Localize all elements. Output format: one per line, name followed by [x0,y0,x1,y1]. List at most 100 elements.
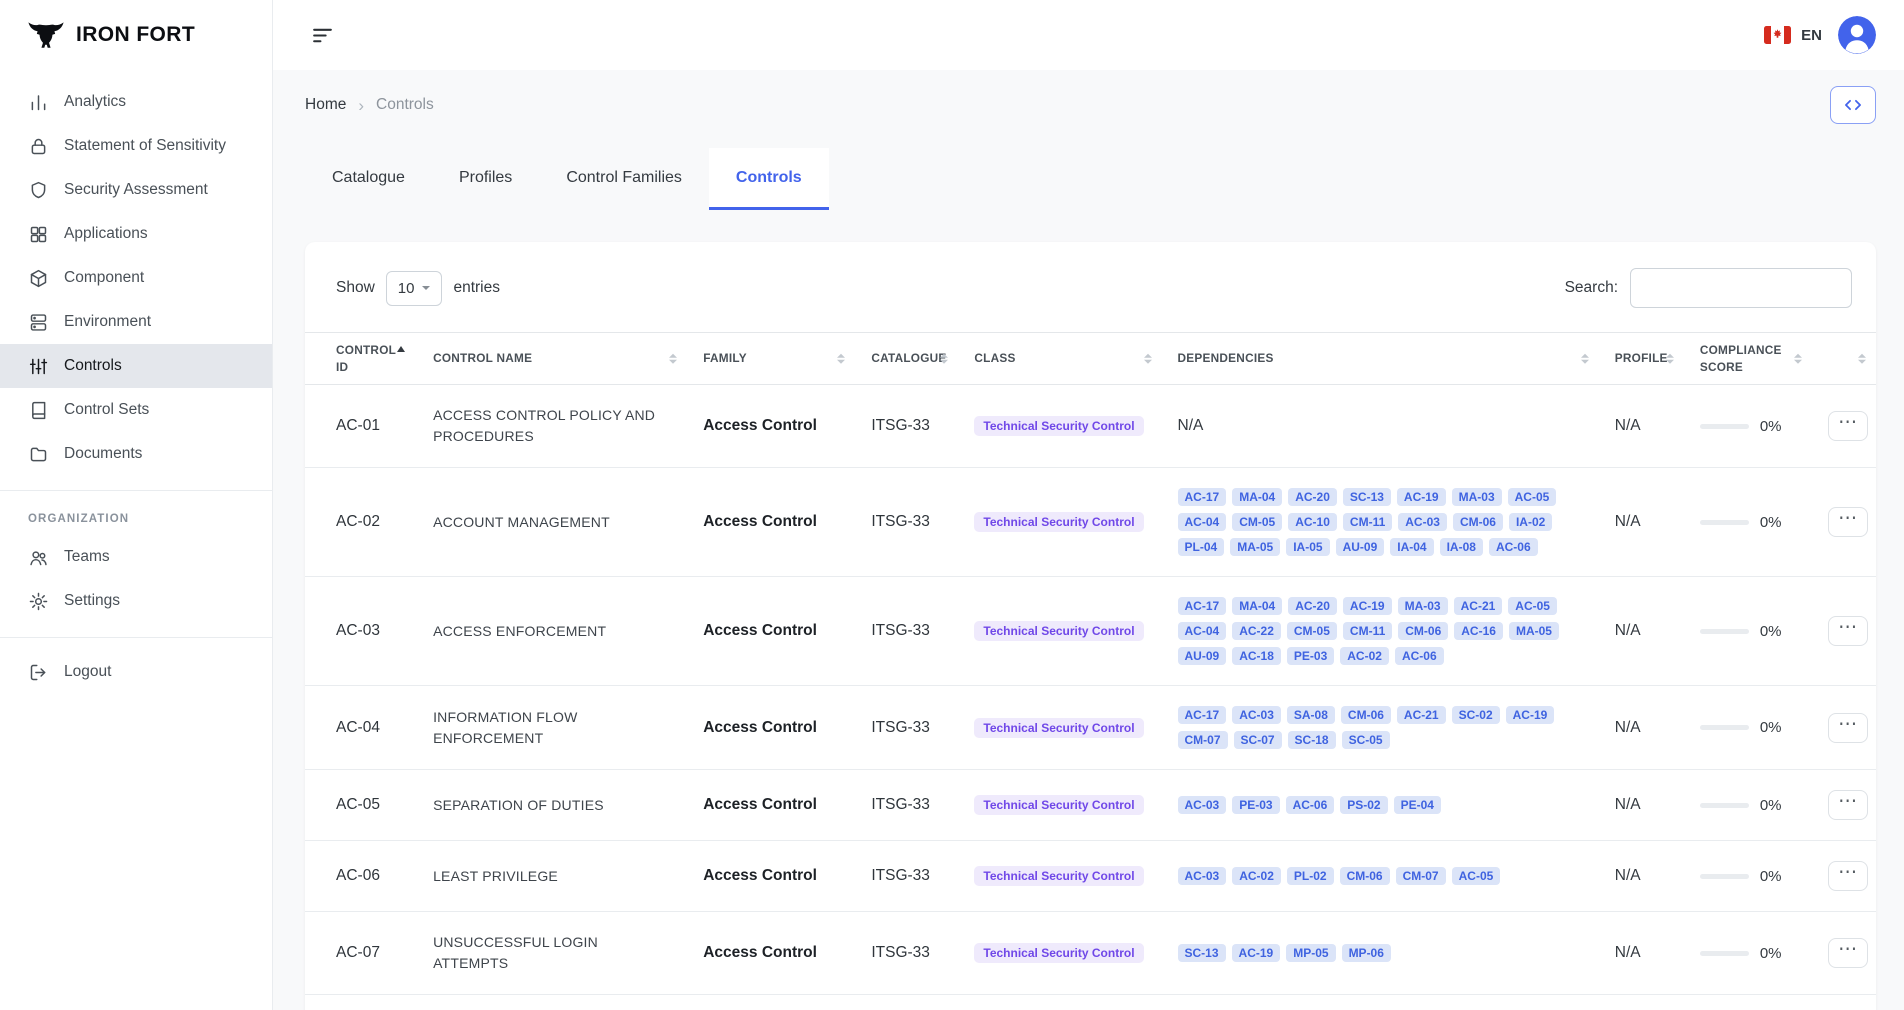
dependency-badge[interactable]: SC-13 [1178,944,1226,962]
column-header-actions[interactable] [1812,333,1876,385]
dependency-badge[interactable]: SC-05 [1342,731,1390,749]
dependency-badge[interactable]: CM-06 [1341,706,1391,724]
dependency-badge[interactable]: MP-05 [1286,944,1335,962]
row-actions-button[interactable]: ⋯ [1828,713,1868,743]
sidebar-item-security-assessment[interactable]: Security Assessment [0,168,272,212]
dependency-badge[interactable]: AC-19 [1397,488,1446,506]
dependency-badge[interactable]: CM-06 [1398,622,1448,640]
dependency-badge[interactable]: AC-19 [1343,597,1392,615]
tab-profiles[interactable]: Profiles [432,148,539,210]
dependency-badge[interactable]: AC-03 [1178,867,1227,885]
dependency-badge[interactable]: SC-18 [1288,731,1336,749]
dependency-badge[interactable]: AC-05 [1452,867,1501,885]
dependency-badge[interactable]: CM-07 [1178,731,1228,749]
dependency-badge[interactable]: CM-05 [1287,622,1337,640]
dependency-badge[interactable]: AC-21 [1397,706,1446,724]
column-header-dependencies[interactable]: DEPENDENCIES [1162,333,1599,385]
dependency-badge[interactable]: AC-06 [1395,647,1444,665]
dependency-badge[interactable]: AC-19 [1506,706,1555,724]
dependency-badge[interactable]: AC-10 [1288,513,1337,531]
dependency-badge[interactable]: AC-16 [1454,622,1503,640]
language-selector[interactable]: EN [1764,26,1822,44]
dependency-badge[interactable]: CM-06 [1340,867,1390,885]
dependency-badge[interactable]: MA-05 [1509,622,1559,640]
dependency-badge[interactable]: MA-05 [1230,538,1280,556]
dependency-badge[interactable]: IA-02 [1509,513,1552,531]
sidebar-item-documents[interactable]: Documents [0,432,272,476]
dependency-badge[interactable]: AC-03 [1398,513,1447,531]
sidebar-item-settings[interactable]: Settings [0,579,272,623]
sidebar-item-control-sets[interactable]: Control Sets [0,388,272,432]
dependency-badge[interactable]: AC-18 [1232,647,1281,665]
row-actions-button[interactable]: ⋯ [1828,411,1868,441]
sidebar-item-applications[interactable]: Applications [0,212,272,256]
sidebar-item-analytics[interactable]: Analytics [0,80,272,124]
dependency-badge[interactable]: CM-06 [1453,513,1503,531]
dependency-badge[interactable]: MP-06 [1342,944,1391,962]
dependency-badge[interactable]: IA-04 [1390,538,1433,556]
dependency-badge[interactable]: PE-04 [1394,796,1441,814]
dependency-badge[interactable]: SC-02 [1452,706,1500,724]
column-header-control-id[interactable]: CONTROL ID [305,333,417,385]
dependency-badge[interactable]: MA-04 [1232,488,1282,506]
dependency-badge[interactable]: CM-07 [1396,867,1446,885]
breadcrumb-home[interactable]: Home [305,96,346,114]
sidebar-item-component[interactable]: Component [0,256,272,300]
menu-toggle-button[interactable] [306,19,339,52]
search-input[interactable] [1630,268,1852,308]
column-header-class[interactable]: CLASS [958,333,1161,385]
dependency-badge[interactable]: IA-08 [1440,538,1483,556]
dependency-badge[interactable]: AC-17 [1178,706,1227,724]
dependency-badge[interactable]: AC-03 [1232,706,1281,724]
dependency-badge[interactable]: PL-04 [1178,538,1225,556]
dependency-badge[interactable]: AC-05 [1508,597,1557,615]
dependency-badge[interactable]: CM-11 [1343,513,1392,531]
dependency-badge[interactable]: AC-02 [1340,647,1389,665]
row-actions-button[interactable]: ⋯ [1828,861,1868,891]
dependency-badge[interactable]: AC-06 [1489,538,1538,556]
tab-catalogue[interactable]: Catalogue [305,148,432,210]
tab-controls[interactable]: Controls [709,148,829,210]
dependency-badge[interactable]: AC-17 [1178,597,1227,615]
dependency-badge[interactable]: PE-03 [1287,647,1334,665]
column-header-catalogue[interactable]: CATALOGUE [855,333,958,385]
sidebar-item-environment[interactable]: Environment [0,300,272,344]
dependency-badge[interactable]: AC-03 [1178,796,1227,814]
row-actions-button[interactable]: ⋯ [1828,616,1868,646]
column-header-profile[interactable]: PROFILE [1599,333,1684,385]
sidebar-item-statement-of-sensitivity[interactable]: Statement of Sensitivity [0,124,272,168]
dependency-badge[interactable]: IA-05 [1286,538,1329,556]
dependency-badge[interactable]: AC-22 [1232,622,1281,640]
dependency-badge[interactable]: CM-11 [1343,622,1392,640]
dependency-badge[interactable]: AC-19 [1232,944,1281,962]
dependency-badge[interactable]: AU-09 [1178,647,1227,665]
tab-control-families[interactable]: Control Families [539,148,709,210]
dependency-badge[interactable]: PS-02 [1340,796,1387,814]
dependency-badge[interactable]: AC-06 [1286,796,1335,814]
column-header-control-name[interactable]: CONTROL NAME [417,333,687,385]
dependency-badge[interactable]: SC-07 [1234,731,1282,749]
dependency-badge[interactable]: AC-04 [1178,622,1227,640]
sidebar-item-controls[interactable]: Controls [0,344,272,388]
code-view-button[interactable] [1830,86,1876,124]
row-actions-button[interactable]: ⋯ [1828,790,1868,820]
dependency-badge[interactable]: AC-21 [1454,597,1503,615]
column-header-family[interactable]: FAMILY [687,333,855,385]
dependency-badge[interactable]: AC-20 [1288,488,1337,506]
row-actions-button[interactable]: ⋯ [1828,938,1868,968]
dependency-badge[interactable]: SA-08 [1287,706,1335,724]
brand-logo[interactable]: IRON FORT [0,0,272,70]
dependency-badge[interactable]: SC-13 [1343,488,1391,506]
dependency-badge[interactable]: AC-05 [1508,488,1557,506]
dependency-badge[interactable]: AC-04 [1178,513,1227,531]
dependency-badge[interactable]: MA-03 [1398,597,1448,615]
page-size-select[interactable]: 10 [386,271,443,306]
dependency-badge[interactable]: AU-09 [1336,538,1385,556]
dependency-badge[interactable]: AC-20 [1288,597,1337,615]
sidebar-item-logout[interactable]: Logout [0,650,272,694]
dependency-badge[interactable]: PL-02 [1287,867,1334,885]
dependency-badge[interactable]: MA-03 [1452,488,1502,506]
dependency-badge[interactable]: CM-05 [1232,513,1282,531]
row-actions-button[interactable]: ⋯ [1828,507,1868,537]
column-header-compliance-score[interactable]: COMPLIANCE SCORE [1684,333,1812,385]
